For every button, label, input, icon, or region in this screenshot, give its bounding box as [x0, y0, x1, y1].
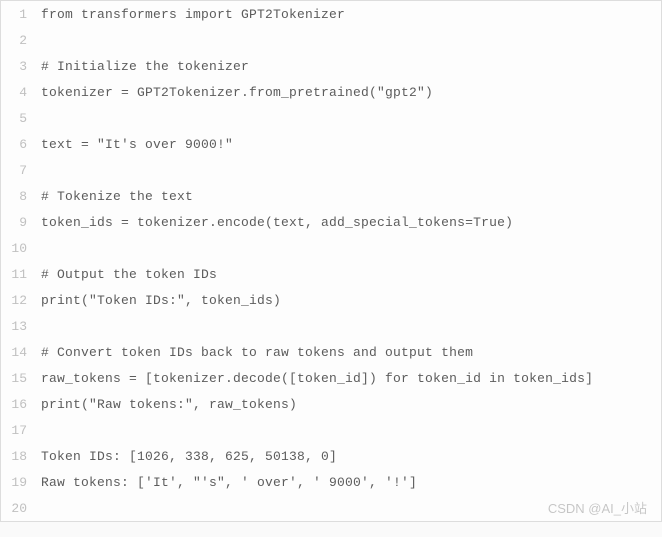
code-line: 2 — [1, 27, 661, 53]
line-number: 18 — [1, 449, 33, 464]
code-line: 12print("Token IDs:", token_ids) — [1, 287, 661, 313]
line-number: 13 — [1, 319, 33, 334]
line-number: 5 — [1, 111, 33, 126]
code-line: 19Raw tokens: ['It', "'s", ' over', ' 90… — [1, 469, 661, 495]
code-line: 16print("Raw tokens:", raw_tokens) — [1, 391, 661, 417]
code-text: token_ids = tokenizer.encode(text, add_s… — [33, 215, 513, 230]
code-line: 4tokenizer = GPT2Tokenizer.from_pretrain… — [1, 79, 661, 105]
line-number: 3 — [1, 59, 33, 74]
line-number: 12 — [1, 293, 33, 308]
line-number: 7 — [1, 163, 33, 178]
code-line: 14# Convert token IDs back to raw tokens… — [1, 339, 661, 365]
code-text: raw_tokens = [tokenizer.decode([token_id… — [33, 371, 593, 386]
code-line: 5 — [1, 105, 661, 131]
line-number: 14 — [1, 345, 33, 360]
code-text: Token IDs: [1026, 338, 625, 50138, 0] — [33, 449, 337, 464]
line-number: 2 — [1, 33, 33, 48]
line-number: 4 — [1, 85, 33, 100]
line-number: 15 — [1, 371, 33, 386]
line-number: 8 — [1, 189, 33, 204]
code-text: # Tokenize the text — [33, 189, 193, 204]
line-number: 1 — [1, 7, 33, 22]
code-text: # Convert token IDs back to raw tokens a… — [33, 345, 473, 360]
line-number: 20 — [1, 501, 33, 516]
code-block: 1from transformers import GPT2Tokenizer2… — [0, 0, 662, 522]
code-line: 13 — [1, 313, 661, 339]
line-number: 19 — [1, 475, 33, 490]
code-line: 18Token IDs: [1026, 338, 625, 50138, 0] — [1, 443, 661, 469]
code-text: print("Token IDs:", token_ids) — [33, 293, 281, 308]
line-number: 16 — [1, 397, 33, 412]
line-number: 11 — [1, 267, 33, 282]
code-text: Raw tokens: ['It', "'s", ' over', ' 9000… — [33, 475, 417, 490]
code-line: 7 — [1, 157, 661, 183]
code-text: tokenizer = GPT2Tokenizer.from_pretraine… — [33, 85, 433, 100]
line-number: 9 — [1, 215, 33, 230]
code-line: 9token_ids = tokenizer.encode(text, add_… — [1, 209, 661, 235]
code-text: # Output the token IDs — [33, 267, 217, 282]
code-text: # Initialize the tokenizer — [33, 59, 249, 74]
code-text: print("Raw tokens:", raw_tokens) — [33, 397, 297, 412]
code-line: 3# Initialize the tokenizer — [1, 53, 661, 79]
code-line: 6text = "It's over 9000!" — [1, 131, 661, 157]
code-line: 15raw_tokens = [tokenizer.decode([token_… — [1, 365, 661, 391]
code-line: 17 — [1, 417, 661, 443]
code-line: 10 — [1, 235, 661, 261]
code-line: 11# Output the token IDs — [1, 261, 661, 287]
line-number: 6 — [1, 137, 33, 152]
code-text: text = "It's over 9000!" — [33, 137, 233, 152]
line-number: 10 — [1, 241, 33, 256]
code-line: 1from transformers import GPT2Tokenizer — [1, 1, 661, 27]
watermark: CSDN @AI_小站 — [548, 498, 647, 517]
code-text: from transformers import GPT2Tokenizer — [33, 7, 345, 22]
code-line: 8# Tokenize the text — [1, 183, 661, 209]
line-number: 17 — [1, 423, 33, 438]
